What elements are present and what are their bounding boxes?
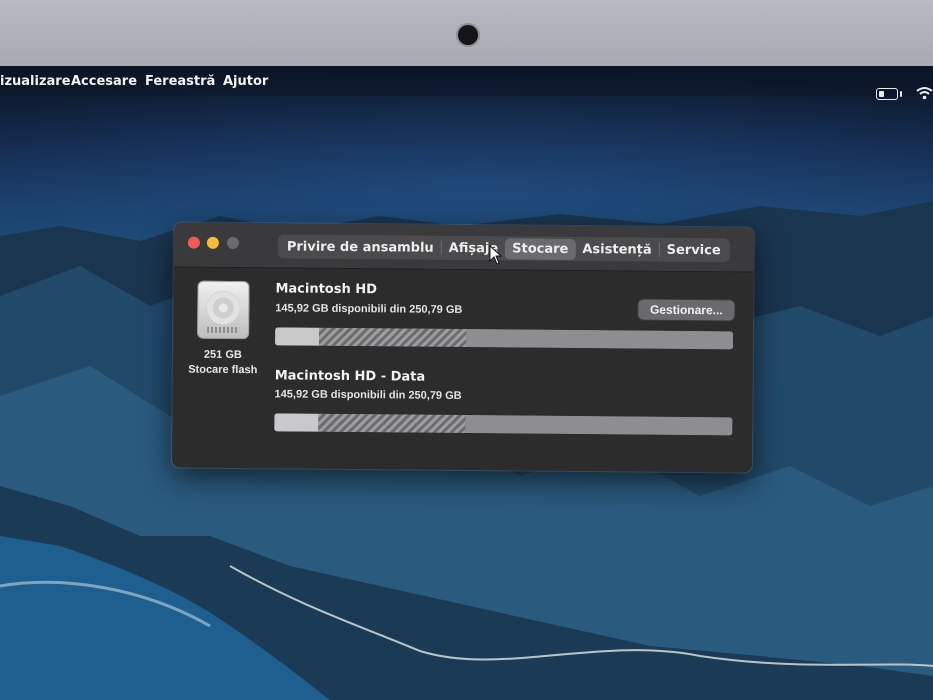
laptop-bezel <box>0 0 933 72</box>
tab-storage[interactable]: Stocare <box>505 237 576 260</box>
menu-view[interactable]: izualizare <box>0 74 71 89</box>
tab-support[interactable]: Asistență <box>575 238 658 260</box>
manage-button[interactable]: Gestionare... <box>638 299 735 321</box>
volume-availability: 145,92 GB disponibili din 250,79 GB <box>274 388 462 402</box>
minimize-button[interactable] <box>206 236 219 249</box>
close-button[interactable] <box>187 236 200 249</box>
disk-capacity: 251 GB <box>203 348 242 362</box>
zoom-button <box>226 236 239 250</box>
storage-segment-system <box>274 413 319 432</box>
mouse-pointer-icon <box>489 245 503 265</box>
storage-segment-free <box>465 415 733 436</box>
battery-icon[interactable] <box>876 88 902 100</box>
storage-bar <box>275 327 734 350</box>
storage-segment-other <box>318 413 466 434</box>
menu-go[interactable]: Accesare <box>71 74 137 89</box>
hard-disk-icon <box>197 280 250 340</box>
volume-availability: 145,92 GB disponibili din 250,79 GB <box>275 302 463 316</box>
tab-overview[interactable]: Privire de ansamblu <box>280 236 441 258</box>
menu-window[interactable]: Fereastră <box>145 74 215 89</box>
volume-name: Macintosh HD - Data <box>274 368 426 385</box>
storage-segment-free <box>466 329 734 350</box>
storage-segment-other <box>319 327 467 348</box>
storage-bar <box>274 413 733 436</box>
wifi-icon[interactable] <box>916 86 933 100</box>
tab-service[interactable]: Service <box>660 239 728 261</box>
tab-bar: Privire de ansamblu Afișaje Stocare Asis… <box>277 234 730 263</box>
storage-segment-system <box>275 327 320 346</box>
webcam <box>458 25 478 45</box>
volume-name: Macintosh HD <box>275 281 378 298</box>
menu-help[interactable]: Ajutor <box>223 74 268 89</box>
about-this-mac-window: Privire de ansamblu Afișaje Stocare Asis… <box>171 222 755 473</box>
menu-bar: izualizare Accesare Fereastră Ajutor <box>0 66 933 100</box>
window-titlebar[interactable]: Privire de ansamblu Afișaje Stocare Asis… <box>173 222 755 273</box>
disk-type: Stocare flash <box>188 363 258 377</box>
